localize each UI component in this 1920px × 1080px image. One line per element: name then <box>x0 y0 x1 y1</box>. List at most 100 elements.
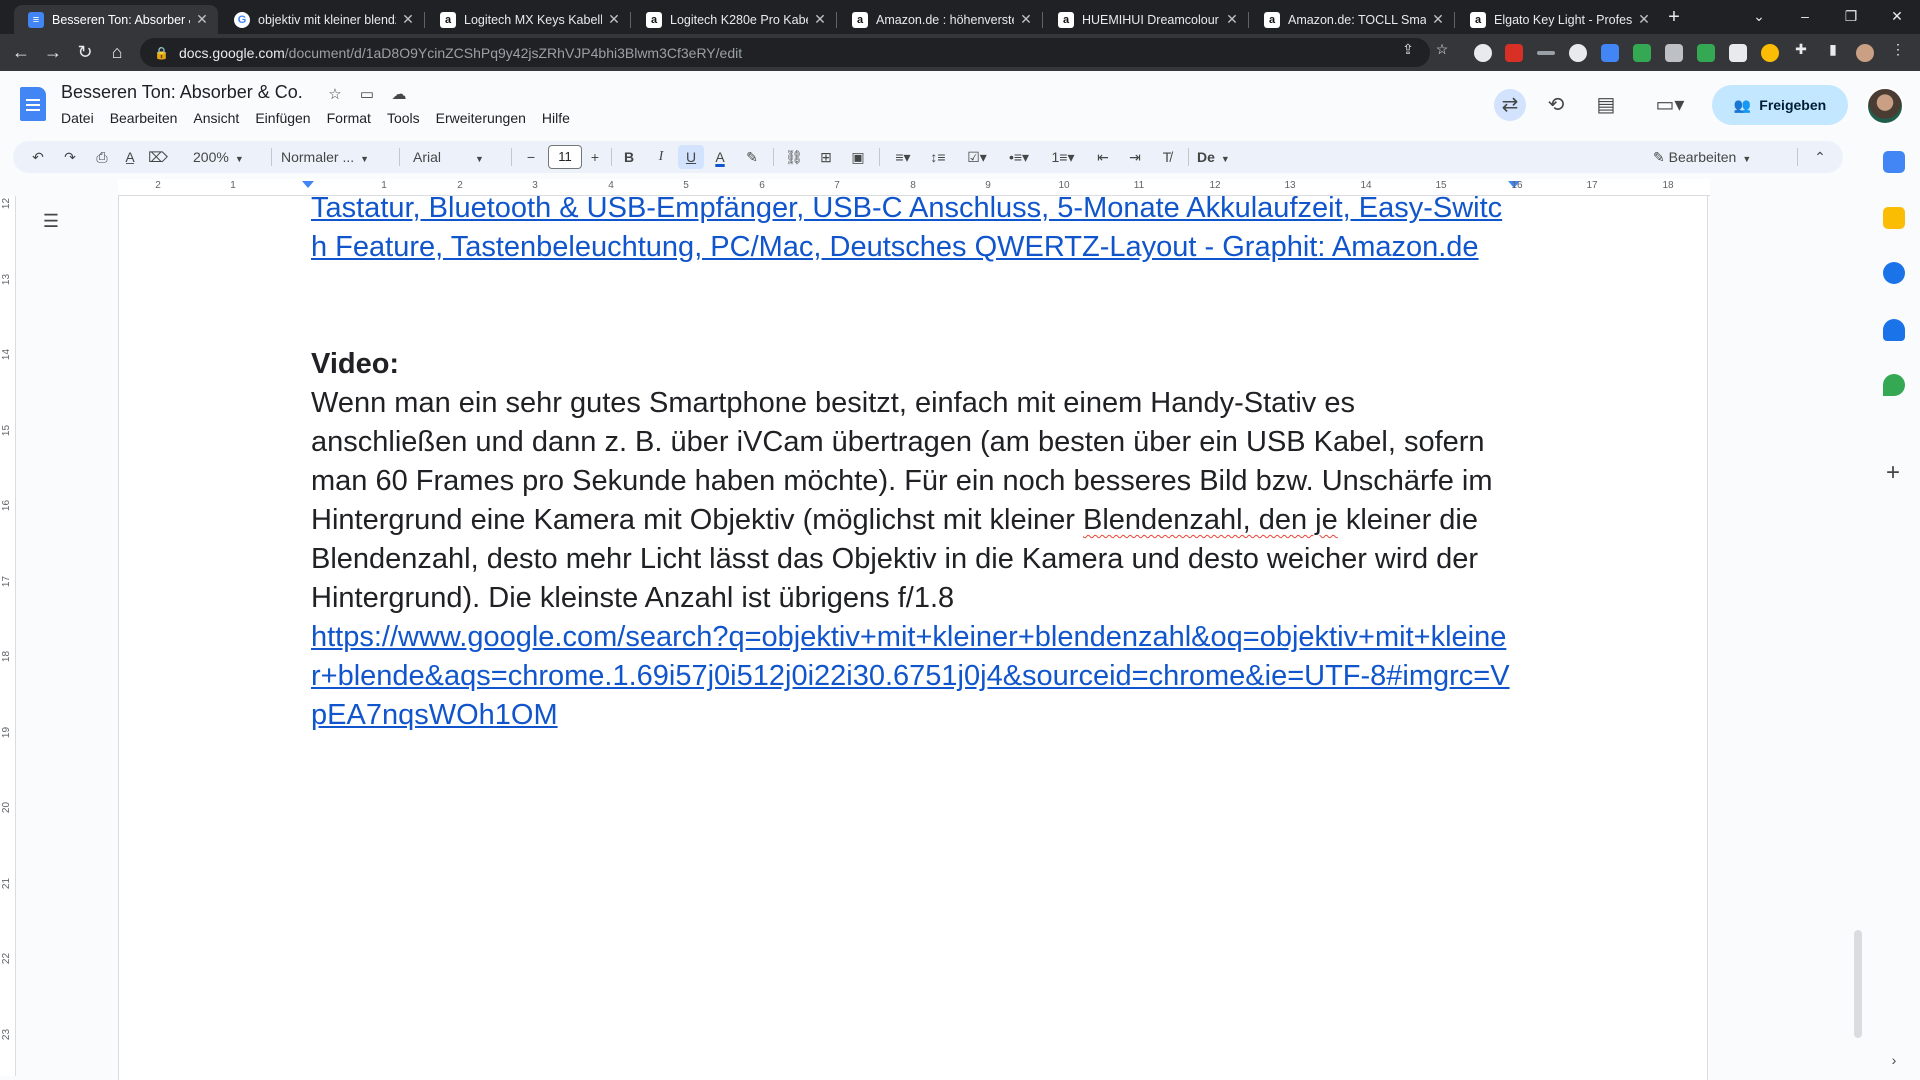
globe-extension-icon[interactable] <box>1569 44 1587 62</box>
comments-icon[interactable]: ▤ <box>1590 89 1622 121</box>
menu-edit[interactable]: Bearbeiten <box>102 107 186 129</box>
avatar[interactable] <box>1866 87 1904 125</box>
print-icon[interactable]: ⎙ <box>91 145 113 169</box>
close-tab-icon[interactable]: ✕ <box>1224 11 1240 28</box>
browser-tab[interactable]: G objektiv mit kleiner blendz ✕ <box>220 5 424 34</box>
calendar-icon[interactable] <box>1883 151 1905 173</box>
browser-tab[interactable]: a HUEMIHUI Dreamcolour L ✕ <box>1044 5 1248 34</box>
increase-font-size-icon[interactable]: + <box>584 145 606 169</box>
close-tab-icon[interactable]: ✕ <box>1636 11 1652 28</box>
extension-icon[interactable] <box>1665 44 1683 62</box>
line-spacing-icon[interactable]: ↕≡ <box>927 145 949 169</box>
share-page-icon[interactable]: ⇪ <box>1398 39 1418 59</box>
document-title[interactable]: Besseren Ton: Absorber & Co. <box>61 82 303 103</box>
chevron-right-icon[interactable]: › <box>1883 1049 1905 1071</box>
menu-format[interactable]: Format <box>319 107 379 129</box>
close-tab-icon[interactable]: ✕ <box>400 11 416 28</box>
menu-help[interactable]: Hilfe <box>534 107 578 129</box>
highlight-pen-icon[interactable]: ✎ <box>741 145 763 169</box>
version-history-icon[interactable]: ⟲ <box>1540 89 1572 121</box>
new-tab-button[interactable]: + <box>1662 6 1686 30</box>
tasks-icon[interactable] <box>1883 262 1905 284</box>
meet-video-icon[interactable]: ▭▾ <box>1644 89 1696 121</box>
browser-tab[interactable]: a Logitech K280e Pro Kabel ✕ <box>632 5 836 34</box>
add-comment-icon[interactable]: ⊞ <box>815 145 837 169</box>
browser-tab[interactable]: a Amazon.de: TOCLL Smart ✕ <box>1250 5 1454 34</box>
extension-badge-icon[interactable] <box>1505 44 1523 62</box>
zoom-select[interactable]: 200% ▼ <box>193 145 263 169</box>
close-tab-icon[interactable]: ✕ <box>1430 11 1446 28</box>
browser-tab[interactable]: a Logitech MX Keys Kabellos ✕ <box>426 5 630 34</box>
minimize-button[interactable]: – <box>1782 3 1828 29</box>
text-color-icon[interactable]: A <box>709 145 731 169</box>
profile-avatar-icon[interactable] <box>1856 44 1874 62</box>
forward-arrow-icon[interactable]: → <box>40 40 66 66</box>
extension-icon[interactable] <box>1761 44 1779 62</box>
close-window-button[interactable]: ✕ <box>1874 3 1920 29</box>
cloud-status-icon[interactable]: ☁ <box>389 85 409 105</box>
browser-tab[interactable]: a Elgato Key Light - Profess ✕ <box>1456 5 1660 34</box>
url-input[interactable]: 🔒 docs.google.com /document/d/1aD8O9Ycin… <box>140 38 1430 67</box>
docs-logo-icon[interactable] <box>20 87 46 121</box>
bold-icon[interactable]: B <box>618 145 640 169</box>
redo-icon[interactable]: ↷ <box>59 145 81 169</box>
chrome-menu-icon[interactable]: ⋮ <box>1888 39 1908 59</box>
close-tab-icon[interactable]: ✕ <box>1018 11 1034 28</box>
product-link[interactable]: Tastatur, Bluetooth & USB-Empfänger, USB… <box>311 189 1511 267</box>
download-extension-icon[interactable] <box>1633 44 1651 62</box>
paint-format-icon[interactable]: ⌦ <box>147 145 169 169</box>
font-size-input[interactable]: 11 <box>548 145 582 169</box>
extension-icon[interactable] <box>1537 51 1555 55</box>
vertical-ruler[interactable]: 12 13 14 15 16 17 18 19 20 21 22 23 <box>0 196 16 1076</box>
browser-tab[interactable]: ≡ Besseren Ton: Absorber & ✕ <box>14 5 218 34</box>
spellcheck-icon[interactable]: A̲ <box>119 145 141 169</box>
contacts-icon[interactable] <box>1883 319 1905 341</box>
underline-icon[interactable]: U <box>678 145 704 169</box>
browser-tab[interactable]: a Amazon.de : höhenverstell ✕ <box>838 5 1042 34</box>
get-add-ons-icon[interactable]: + <box>1880 460 1906 486</box>
collapse-toolbar-icon[interactable]: ⌃ <box>1809 145 1831 169</box>
menu-tools[interactable]: Tools <box>379 107 428 129</box>
spelling-error-text[interactable]: Blendenzahl, den je <box>1083 504 1338 536</box>
menu-file[interactable]: Datei <box>53 107 102 129</box>
menu-view[interactable]: Ansicht <box>185 107 247 129</box>
tab-search-chevron-icon[interactable]: ⌄ <box>1736 3 1782 29</box>
editing-mode-select[interactable]: ✎ Bearbeiten ▼ <box>1653 145 1773 169</box>
maximize-button[interactable]: ❐ <box>1828 3 1874 29</box>
insert-image-icon[interactable]: ▣ <box>847 145 869 169</box>
back-arrow-icon[interactable]: ← <box>8 40 34 66</box>
extension-icon[interactable] <box>1697 44 1715 62</box>
checklist-icon[interactable]: ☑▾ <box>961 145 993 169</box>
maps-icon[interactable] <box>1883 374 1905 396</box>
increase-indent-icon[interactable]: ⇥ <box>1124 145 1146 169</box>
google-search-link[interactable]: https://www.google.com/search?q=objektiv… <box>311 618 1511 735</box>
gemini-icon[interactable]: ⇄ <box>1494 89 1526 121</box>
share-button[interactable]: 👥 Freigeben <box>1712 85 1848 125</box>
language-select[interactable]: De ▼ <box>1197 145 1237 169</box>
scrollbar[interactable] <box>1854 930 1862 1038</box>
undo-icon[interactable]: ↶ <box>27 145 49 169</box>
close-tab-icon[interactable]: ✕ <box>606 11 622 28</box>
clear-formatting-icon[interactable]: T̸ <box>1156 145 1178 169</box>
align-left-icon[interactable]: ≡▾ <box>887 145 919 169</box>
extension-icon[interactable] <box>1601 44 1619 62</box>
decrease-indent-icon[interactable]: ⇤ <box>1092 145 1114 169</box>
bookmark-star-icon[interactable]: ☆ <box>1432 39 1452 59</box>
camera-extension-icon[interactable] <box>1729 44 1747 62</box>
move-folder-icon[interactable]: ▭ <box>357 85 377 105</box>
italic-icon[interactable]: I <box>650 145 672 169</box>
close-tab-icon[interactable]: ✕ <box>812 11 828 28</box>
side-panel-icon[interactable]: ▮ <box>1823 39 1843 59</box>
bulleted-list-icon[interactable]: •≡▾ <box>1003 145 1035 169</box>
insert-link-icon[interactable]: ⛓ <box>783 145 805 169</box>
document-body[interactable]: Tastatur, Bluetooth & USB-Empfänger, USB… <box>311 189 1511 735</box>
numbered-list-icon[interactable]: 1≡▾ <box>1047 145 1079 169</box>
font-family-select[interactable]: Arial ▼ <box>413 145 503 169</box>
document-outline-icon[interactable]: ☰ <box>40 210 62 232</box>
close-tab-icon[interactable]: ✕ <box>194 11 210 28</box>
puzzle-extensions-icon[interactable]: ✚ <box>1791 39 1811 59</box>
home-icon[interactable]: ⌂ <box>104 40 130 66</box>
keep-icon[interactable] <box>1883 207 1905 229</box>
extension-icon[interactable] <box>1474 44 1492 62</box>
left-indent-marker[interactable] <box>302 181 314 188</box>
